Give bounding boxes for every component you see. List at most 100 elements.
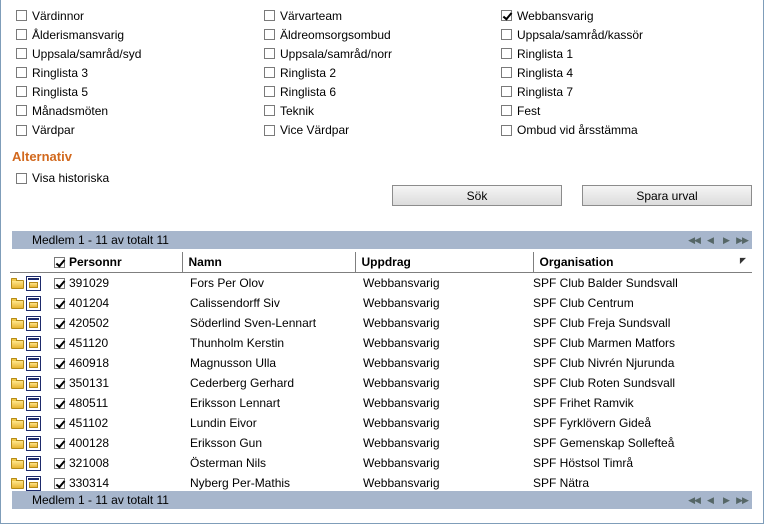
role-checkbox[interactable] <box>264 86 275 98</box>
row-checkbox[interactable] <box>54 337 65 349</box>
open-folder-icon[interactable] <box>11 478 24 489</box>
role-checkbox[interactable] <box>264 105 275 117</box>
role-option[interactable]: Ombud vid årsstämma <box>501 121 638 140</box>
member-card-icon[interactable] <box>26 355 41 371</box>
member-card-icon[interactable] <box>26 375 41 391</box>
role-checkbox[interactable] <box>501 86 512 98</box>
role-checkbox[interactable] <box>16 105 27 117</box>
first-page-icon[interactable]: ◀◀ <box>688 495 701 506</box>
row-checkbox[interactable] <box>54 397 65 409</box>
role-option[interactable]: Webbansvarig <box>501 6 594 25</box>
role-option[interactable]: Ålderismansvarig <box>16 25 124 44</box>
role-option[interactable]: Ringlista 6 <box>264 82 336 101</box>
next-page-icon[interactable]: ▶ <box>720 495 732 506</box>
row-checkbox[interactable] <box>54 437 65 449</box>
open-folder-icon[interactable] <box>11 338 24 349</box>
open-folder-icon[interactable] <box>11 458 24 469</box>
role-checkbox[interactable] <box>264 124 275 136</box>
role-checkbox[interactable] <box>264 29 275 41</box>
table-row[interactable]: 420502 Söderlind Sven-Lennart Webbansvarig… <box>10 313 752 333</box>
role-checkbox[interactable] <box>501 124 512 136</box>
role-option[interactable]: Vice Värdpar <box>264 121 349 140</box>
table-row[interactable]: 401204 Calissendorff Siv Webbansvarig SPF C… <box>10 293 752 313</box>
search-button[interactable]: Sök <box>392 185 562 206</box>
table-row[interactable]: 480511 Eriksson Lennart Webbansvarig SPF Fr… <box>10 393 752 413</box>
role-option[interactable]: Uppsala/samråd/kassör <box>501 25 643 44</box>
member-card-icon[interactable] <box>26 295 41 311</box>
table-row[interactable]: 460918 Magnusson Ulla Webbansvarig SPF Club… <box>10 353 752 373</box>
table-row[interactable]: 330314 Nyberg Per-Mathis Webbansvarig SPF N… <box>10 473 752 493</box>
next-page-icon[interactable]: ▶ <box>720 235 732 246</box>
role-checkbox[interactable] <box>264 67 275 79</box>
role-checkbox[interactable] <box>501 48 512 60</box>
role-checkbox[interactable] <box>501 105 512 117</box>
row-checkbox[interactable] <box>54 277 65 289</box>
show-history-checkbox[interactable] <box>16 172 27 184</box>
row-checkbox[interactable] <box>54 417 65 429</box>
role-option[interactable]: Ringlista 2 <box>264 63 336 82</box>
header-uppdrag[interactable]: Uppdrag <box>355 252 534 273</box>
row-checkbox[interactable] <box>54 457 65 469</box>
row-checkbox[interactable] <box>54 297 65 309</box>
row-checkbox[interactable] <box>54 377 65 389</box>
open-folder-icon[interactable] <box>11 438 24 449</box>
prev-page-icon[interactable]: ◀ <box>704 235 716 246</box>
row-checkbox[interactable] <box>54 357 65 369</box>
role-option[interactable]: Ringlista 1 <box>501 44 573 63</box>
role-checkbox[interactable] <box>16 29 27 41</box>
role-option[interactable]: Uppsala/samråd/syd <box>16 44 141 63</box>
role-checkbox[interactable] <box>501 67 512 79</box>
open-folder-icon[interactable] <box>11 298 24 309</box>
header-organisation[interactable]: Organisation ◤ <box>533 252 752 273</box>
show-history-option[interactable]: Visa historiska <box>16 170 109 186</box>
role-option[interactable]: Ringlista 3 <box>16 63 88 82</box>
role-checkbox[interactable] <box>16 67 27 79</box>
role-option[interactable]: Teknik <box>264 101 314 120</box>
table-row[interactable]: 321008 Österman Nils Webbansvarig SPF Hösts… <box>10 453 752 473</box>
role-checkbox[interactable] <box>264 48 275 60</box>
save-selection-button[interactable]: Spara urval <box>582 185 752 206</box>
open-folder-icon[interactable] <box>11 398 24 409</box>
select-all-checkbox[interactable] <box>54 256 65 268</box>
member-card-icon[interactable] <box>26 455 41 471</box>
role-checkbox[interactable] <box>16 86 27 98</box>
table-row[interactable]: 350131 Cederberg Gerhard Webbansvarig SPF C… <box>10 373 752 393</box>
last-page-icon[interactable]: ▶▶ <box>736 495 749 506</box>
member-card-icon[interactable] <box>26 475 41 491</box>
role-option[interactable]: Fest <box>501 101 540 120</box>
role-option[interactable]: Värdpar <box>16 121 75 140</box>
role-option[interactable]: Uppsala/samråd/norr <box>264 44 392 63</box>
role-checkbox[interactable] <box>16 48 27 60</box>
header-namn[interactable]: Namn <box>182 252 356 273</box>
table-row[interactable]: 451102 Lundin Eivor Webbansvarig SPF Fyrklö… <box>10 413 752 433</box>
header-personnr[interactable]: Personnr <box>54 252 183 273</box>
role-checkbox[interactable] <box>501 29 512 41</box>
open-folder-icon[interactable] <box>11 318 24 329</box>
table-row[interactable]: 451120 Thunholm Kerstin Webbansvarig SPF Cl… <box>10 333 752 353</box>
role-checkbox[interactable] <box>16 10 27 21</box>
role-checkbox[interactable] <box>501 10 512 21</box>
member-card-icon[interactable] <box>26 315 41 331</box>
open-folder-icon[interactable] <box>11 378 24 389</box>
row-checkbox[interactable] <box>54 317 65 329</box>
member-card-icon[interactable] <box>26 275 41 291</box>
role-checkbox[interactable] <box>264 10 275 21</box>
first-page-icon[interactable]: ◀◀ <box>688 235 701 246</box>
table-row[interactable]: 391029 Fors Per Olov Webbansvarig SPF Club … <box>10 273 752 294</box>
role-option[interactable]: Ringlista 4 <box>501 63 573 82</box>
role-option[interactable]: Värdinnor <box>16 6 84 25</box>
role-option[interactable]: Äldreomsorgsombud <box>264 25 391 44</box>
member-card-icon[interactable] <box>26 335 41 351</box>
role-option[interactable]: Ringlista 7 <box>501 82 573 101</box>
prev-page-icon[interactable]: ◀ <box>704 495 716 506</box>
row-checkbox[interactable] <box>54 477 65 489</box>
role-option[interactable]: Värvarteam <box>264 6 342 25</box>
role-option[interactable]: Månadsmöten <box>16 101 108 120</box>
member-card-icon[interactable] <box>26 395 41 411</box>
open-folder-icon[interactable] <box>11 418 24 429</box>
table-row[interactable]: 400128 Eriksson Gun Webbansvarig SPF Gemens… <box>10 433 752 453</box>
member-card-icon[interactable] <box>26 415 41 431</box>
role-checkbox[interactable] <box>16 124 27 136</box>
open-folder-icon[interactable] <box>11 358 24 369</box>
member-card-icon[interactable] <box>26 435 41 451</box>
